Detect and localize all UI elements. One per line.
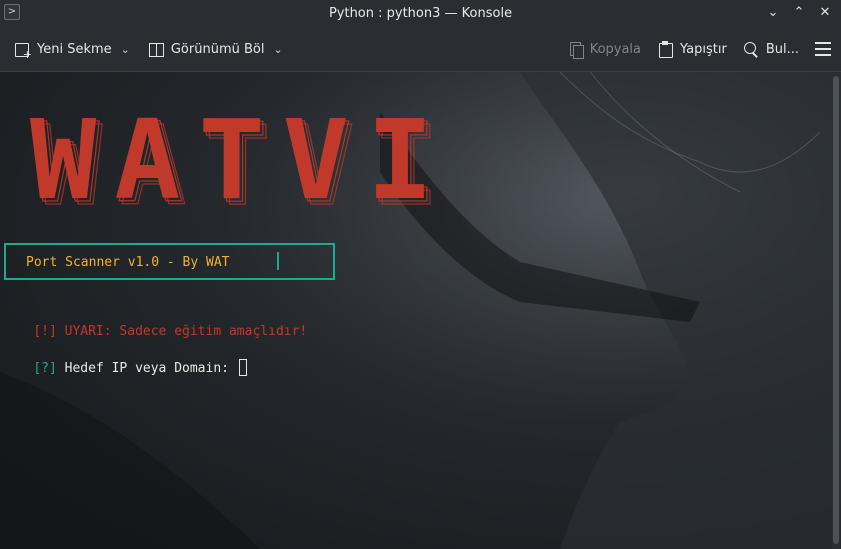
input-prompt-line[interactable]: [?] Hedef IP veya Domain: [2, 344, 247, 391]
text-cursor[interactable] [238, 359, 247, 376]
box-title: Port Scanner v1.0 - By WAT [26, 255, 230, 270]
scrollbar-thumb[interactable] [833, 76, 839, 544]
find-label: Bul... [765, 41, 799, 57]
copy-button[interactable]: Kopyala [561, 34, 647, 64]
paste-label: Yapıştır [680, 41, 727, 57]
new-tab-icon [14, 41, 32, 61]
split-view-icon [148, 41, 164, 57]
terminal-view[interactable]: WATVI WATVI WATVI Port Scanner v1.0 - By… [0, 72, 841, 549]
title-box: Port Scanner v1.0 - By WAT [4, 243, 335, 280]
chevron-down-icon: ⌄ [120, 42, 130, 56]
warning-text: UYARI: Sadece eğitim amaçlıdır! [56, 324, 308, 339]
prompt-prefix: [?] [33, 361, 57, 376]
ascii-banner: WATVI WATVI WATVI [30, 96, 460, 231]
minimize-button[interactable]: ⌄ [763, 3, 783, 23]
search-icon [743, 41, 759, 57]
toolbar: Yeni Sekme ⌄ Görünümü Böl ⌄ Kopyala Yapı… [0, 26, 841, 72]
paste-icon [657, 41, 674, 58]
prompt-text: Hedef IP veya Domain: [56, 361, 237, 376]
new-tab-label: Yeni Sekme [37, 41, 112, 57]
new-tab-button[interactable]: Yeni Sekme ⌄ [8, 34, 136, 64]
window-controls: ⌄ ⌃ ✕ [763, 3, 835, 23]
close-button[interactable]: ✕ [815, 3, 835, 23]
split-view-label: Görünümü Böl [170, 41, 265, 57]
paste-button[interactable]: Yapıştır [651, 34, 733, 64]
hamburger-menu-button[interactable] [809, 34, 837, 64]
scrollbar[interactable] [832, 72, 840, 549]
title-bar: > Python : python3 — Konsole ⌄ ⌃ ✕ [0, 0, 841, 26]
split-view-button[interactable]: Görünümü Böl ⌄ [142, 34, 289, 64]
chevron-down-icon: ⌄ [273, 42, 283, 56]
window-title: Python : python3 — Konsole [328, 5, 513, 21]
box-divider [277, 252, 279, 270]
terminal-app-icon[interactable]: > [4, 4, 20, 20]
copy-icon [567, 41, 584, 59]
find-button[interactable]: Bul... [737, 34, 805, 64]
maximize-button[interactable]: ⌃ [789, 3, 809, 23]
copy-label: Kopyala [589, 41, 642, 57]
warning-prefix: [!] [33, 324, 57, 339]
hamburger-menu-icon [815, 42, 831, 56]
banner-text: WATVI [30, 104, 451, 214]
